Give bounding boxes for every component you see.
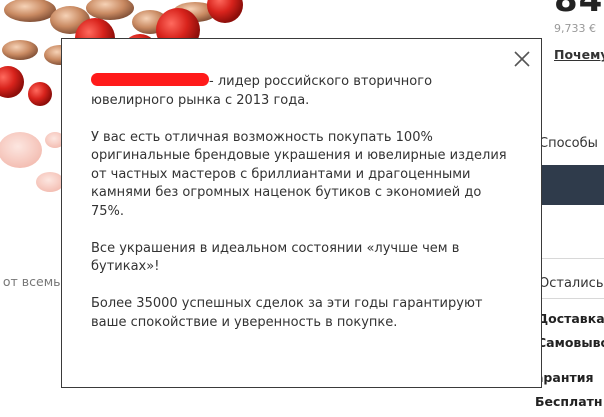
divider — [539, 298, 604, 299]
price: 84 — [554, 0, 604, 20]
remaining-label: Остались — [539, 276, 604, 291]
why-link[interactable]: Почему — [554, 47, 604, 62]
product-sidebar: 84 9,733 € Почему Способы Остались Доста… — [536, 0, 604, 417]
paragraph-deals: Более 35000 успешных сделок за эти годы … — [91, 296, 483, 330]
old-price: 9,733 € — [554, 22, 596, 35]
buy-button[interactable] — [542, 165, 604, 205]
intro-paragraph: - лидер российского вторичного ювелирног… — [91, 73, 511, 110]
payment-methods-label[interactable]: Способы — [539, 136, 598, 151]
paragraph-condition: Все украшения в идеальном состоянии «луч… — [91, 240, 460, 275]
divider — [539, 258, 604, 259]
paragraph-opportunity: У вас есть отличная возможность покупать… — [91, 129, 507, 219]
about-modal: - лидер российского вторичного ювелирног… — [61, 38, 542, 388]
free-label: Бесплатн — [536, 394, 603, 409]
close-button[interactable] — [512, 49, 532, 69]
close-icon — [514, 51, 530, 67]
redacted-brand — [91, 73, 209, 86]
delivery-label: Доставка — [537, 311, 604, 326]
pickup-label: Самовыво — [537, 335, 604, 350]
modal-body: - лидер российского вторичного ювелирног… — [91, 73, 511, 351]
category-text: t от всемь — [0, 274, 61, 289]
guarantee-label: арантия — [536, 370, 594, 385]
